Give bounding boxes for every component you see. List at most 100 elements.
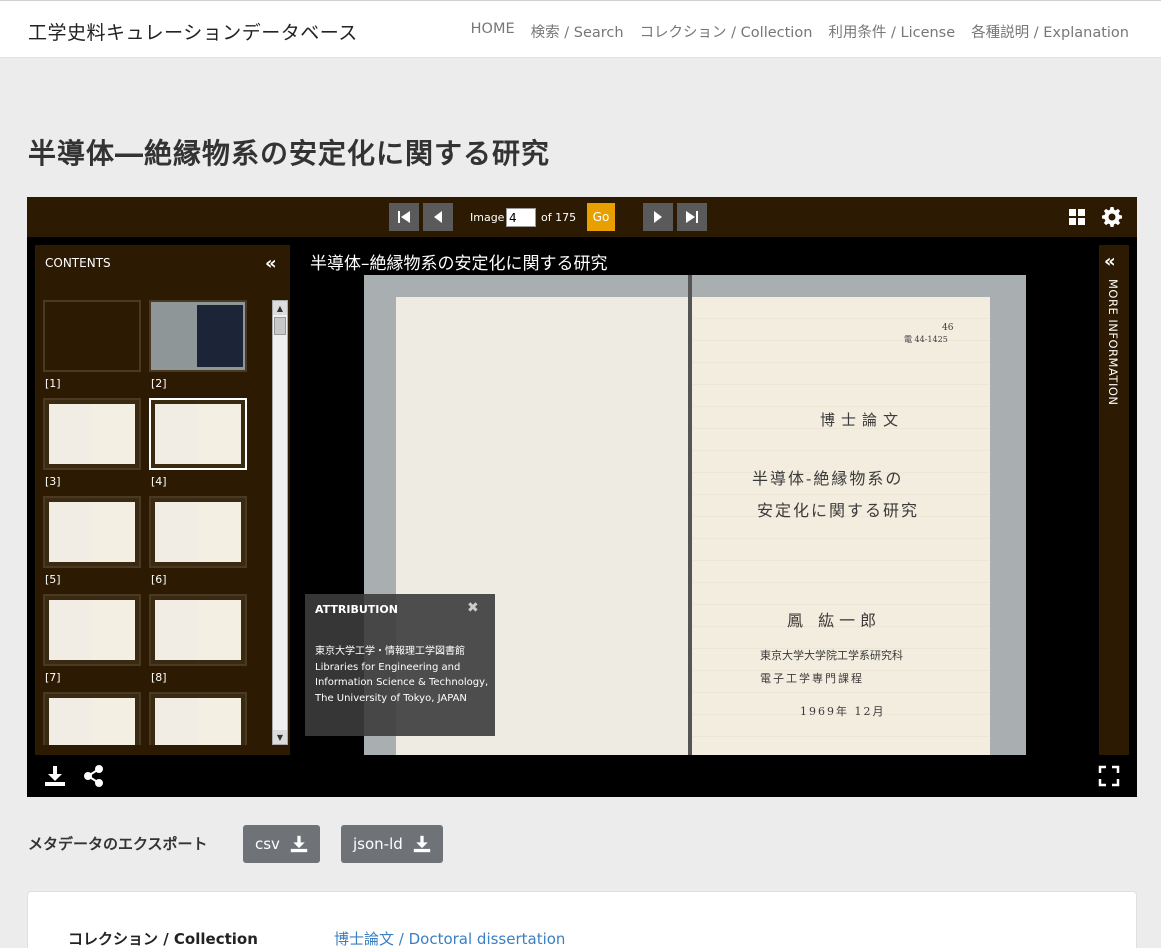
image-label: Image — [470, 211, 505, 224]
top-navbar: 工学史料キュレーションデータベース HOME 検索 / Search コレクショ… — [0, 0, 1161, 58]
handwritten-title-line1: 半導体-絶縁物系の — [752, 469, 904, 488]
next-page-button[interactable] — [643, 203, 673, 231]
thumbnail-8[interactable] — [149, 594, 247, 666]
thumbnail-1[interactable] — [43, 300, 141, 372]
thumbnail-2[interactable] — [149, 300, 247, 372]
scroll-up-icon[interactable]: ▲ — [273, 301, 287, 315]
page-image — [155, 698, 198, 745]
expand-info-icon[interactable]: « — [1104, 251, 1116, 272]
attribution-title: ATTRIBUTION — [315, 603, 398, 616]
nav-collection[interactable]: コレクション / Collection — [640, 21, 813, 42]
thumbnail-4[interactable] — [149, 398, 247, 470]
more-information-panel[interactable]: « MORE INFORMATION — [1099, 245, 1129, 755]
thumbnail-label: [2] — [151, 377, 167, 390]
first-page-button[interactable] — [389, 203, 419, 231]
thumbnail-label: [4] — [151, 475, 167, 488]
page-image — [198, 404, 241, 464]
download-icon — [290, 835, 308, 853]
handwritten-author: 鳳 紘一郎 — [787, 611, 882, 630]
thumbnail-5[interactable] — [43, 496, 141, 568]
export-label: メタデータのエクスポート — [28, 835, 208, 853]
nav-home[interactable]: HOME — [471, 21, 515, 42]
download-icon — [413, 835, 430, 853]
thumbnail-10[interactable] — [149, 692, 247, 745]
previous-icon — [434, 211, 442, 223]
page-image — [49, 404, 92, 464]
image-viewer: Image of 175 Go CONTENTS « [1] [2] [3] [… — [27, 197, 1137, 797]
thumbnail-9[interactable] — [43, 692, 141, 745]
handwritten-affiliation2: 電子工学専門課程 — [760, 672, 864, 685]
nav-links: HOME 検索 / Search コレクション / Collection 利用条… — [471, 21, 1129, 42]
page-image — [155, 502, 198, 562]
thumbnail-6[interactable] — [149, 496, 247, 568]
download-icon[interactable] — [44, 765, 66, 787]
page-image — [198, 698, 241, 745]
fullscreen-icon[interactable] — [1098, 765, 1120, 787]
page-image — [49, 600, 92, 660]
page-image — [49, 502, 92, 562]
collection-link[interactable]: 博士論文 / Doctoral dissertation — [334, 928, 565, 948]
jsonld-label: json-ld — [353, 835, 403, 853]
stamp-number: 46 — [942, 323, 954, 333]
next-icon — [654, 211, 662, 223]
share-icon[interactable] — [83, 765, 105, 787]
nav-explanation[interactable]: 各種説明 / Explanation — [971, 21, 1129, 42]
thumbnail-label: [1] — [45, 377, 61, 390]
page-image — [155, 600, 198, 660]
attribution-text: 東京大学工学・情報理工学図書館 Libraries for Engineerin… — [315, 646, 489, 704]
page-title: 半導体―絶縁物系の安定化に関する研究 — [28, 137, 551, 170]
last-page-icon — [686, 211, 698, 223]
first-page-icon — [398, 211, 410, 223]
heading-text: 博士論文 — [820, 411, 905, 429]
thumbnail-label: [7] — [45, 671, 61, 684]
go-button[interactable]: Go — [587, 203, 615, 231]
thumbnail-7[interactable] — [43, 594, 141, 666]
contents-panel: CONTENTS « [1] [2] [3] [4] [5] [6] [7] [… — [35, 245, 290, 755]
thumbnail-label: [8] — [151, 671, 167, 684]
collection-label: コレクション / Collection — [68, 930, 258, 948]
page-image — [92, 600, 135, 660]
collapse-contents-icon[interactable]: « — [265, 253, 277, 274]
book-spine — [688, 275, 692, 755]
cover-image — [197, 305, 243, 367]
page-image — [92, 698, 135, 745]
gear-icon[interactable] — [1102, 207, 1122, 227]
attribution-panel: ATTRIBUTION ✖ 東京大学工学・情報理工学図書館 Libraries … — [305, 594, 495, 736]
contents-title: CONTENTS — [45, 256, 111, 270]
csv-export-button[interactable]: csv — [243, 825, 320, 863]
handwritten-date: 1969年 12月 — [800, 705, 886, 718]
thumbnail-label: [5] — [45, 573, 61, 586]
viewer-toolbar: Image of 175 Go — [27, 197, 1137, 237]
grid-view-icon[interactable] — [1069, 209, 1085, 225]
page-count-label: of 175 — [541, 211, 577, 224]
nav-license[interactable]: 利用条件 / License — [828, 21, 955, 42]
metadata-card: コレクション / Collection 博士論文 / Doctoral diss… — [27, 891, 1137, 948]
jsonld-export-button[interactable]: json-ld — [341, 825, 443, 863]
handwritten-affiliation1: 東京大学大学院工学系研究科 — [760, 649, 903, 662]
page-image — [49, 698, 92, 745]
scroll-thumb[interactable] — [274, 317, 286, 335]
thumbnail-label: [6] — [151, 573, 167, 586]
page-number-input[interactable] — [506, 208, 536, 227]
site-brand[interactable]: 工学史料キュレーションデータベース — [28, 18, 358, 45]
thumbnail-label: [3] — [45, 475, 61, 488]
page-image — [92, 404, 135, 464]
last-page-button[interactable] — [677, 203, 707, 231]
page-image — [92, 502, 135, 562]
page-image — [155, 404, 198, 464]
stamp-code: 電 44-1425 — [904, 335, 948, 344]
document-title: 半導体–絶縁物系の安定化に関する研究 — [310, 254, 608, 274]
csv-label: csv — [255, 835, 280, 853]
right-page: 46 電 44-1425 博士論文 半導体-絶縁物系の 安定化に関する研究 鳳 … — [692, 297, 990, 755]
thumbnail-scrollbar[interactable]: ▲ ▼ — [272, 300, 288, 745]
scroll-down-icon[interactable]: ▼ — [273, 730, 287, 744]
previous-page-button[interactable] — [423, 203, 453, 231]
nav-search[interactable]: 検索 / Search — [531, 21, 624, 42]
thumbnail-list: [1] [2] [3] [4] [5] [6] [7] [8] — [43, 300, 263, 745]
page-image — [198, 600, 241, 660]
more-information-label: MORE INFORMATION — [1106, 279, 1120, 406]
handwritten-title-line2: 安定化に関する研究 — [757, 501, 920, 520]
page-image — [198, 502, 241, 562]
close-icon[interactable]: ✖ — [467, 600, 479, 616]
thumbnail-3[interactable] — [43, 398, 141, 470]
